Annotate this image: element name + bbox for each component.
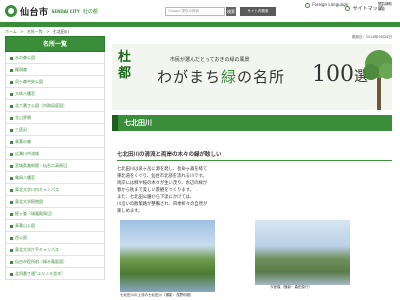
sidebar-item[interactable]: 青葉の森 (6, 136, 104, 148)
sidebar-list: 水の森公園 権現森 貝ヶ森中央公園 大崎八幡宮 北六番丁公園（内務局庭園） 北山… (5, 52, 105, 280)
sidebar-item[interactable]: 北六番丁公園（内務局庭園） (6, 100, 104, 112)
city-emblem-icon (5, 5, 17, 17)
hero-banner: 杜 都 市民が選んだとっておきの緑の風景 わがまち緑の名所 100選 (112, 44, 392, 110)
section-divider (117, 160, 392, 161)
breadcrumb-parent[interactable]: 名所一覧 (27, 29, 43, 34)
sidebar-item[interactable]: 西公園 (6, 232, 104, 244)
breadcrumb-separator: > (46, 29, 50, 34)
sidebar-item[interactable]: 北山界隈 (6, 112, 104, 124)
sidebar-item[interactable]: 亀岡八幡宮 (6, 172, 104, 184)
tree-illustration-icon (363, 50, 392, 110)
search-input[interactable]: Google 提供の検索 (165, 7, 225, 16)
sidebar-title: 名所一覧 (5, 36, 105, 52)
banner-subtitle: 市民が選んだとっておきの緑の風景 (170, 57, 250, 63)
banner-title-green: 緑 (221, 68, 238, 86)
language-label: Foreign Language (312, 2, 349, 7)
reading-assist-link[interactable]: 閲覧補助 機能 (378, 2, 398, 12)
description-line: 川沿いの散策路が整備され、四季折々の自然が (117, 202, 208, 207)
sidebar-item[interactable]: 青葉山公園 (6, 220, 104, 232)
city-logo[interactable]: 仙台市 SENDAI CITY 杜の都 (5, 3, 115, 19)
breadcrumb: ホーム > 名所一覧 > 七北田川 (5, 29, 71, 35)
breadcrumb-separator: > (20, 29, 24, 34)
photo-caption: 今宮堰（撮影：森田俊行） (270, 285, 312, 289)
sidebar-item[interactable]: 広瀬川中流域 (6, 148, 104, 160)
language-link[interactable]: Foreign Language (305, 2, 348, 8)
calligraphy-char: 杜 (118, 50, 132, 65)
logo-tagline: 杜の都 (82, 8, 98, 15)
breadcrumb-home[interactable]: ホーム (5, 29, 17, 34)
banner-number-value: 100 (312, 62, 354, 87)
description: 七北田川は泉ヶ岳に源を発し、長命ヶ森を経て 東北道をくぐり、仙台市北部を流れる川… (117, 166, 392, 215)
banner-number: 100選 (312, 62, 368, 87)
sitemap-link[interactable]: サイトマップ (345, 5, 383, 12)
reading-assist-label2: 機能 (378, 7, 385, 11)
section-heading: 七北田川の清流と両岸の木々の緑が眩しい (117, 152, 222, 158)
logo-subtitle: SENDAI CITY (51, 8, 80, 14)
photo-caption: 七北田川の上流の七北田川（撮影：浅野利雄） (120, 293, 194, 297)
sidebar-item[interactable]: 貝ヶ森中央公園 (6, 76, 104, 88)
description-line: 楽しめます。 (117, 209, 143, 214)
sidebar-item[interactable]: 経ヶ峯（瑞鳳殿周辺） (6, 208, 104, 220)
river-photo[interactable] (120, 220, 215, 292)
logo-text: 仙台市 (20, 7, 49, 18)
site-search-button[interactable]: サイト内検索 (240, 7, 276, 16)
search-button[interactable]: 検索 (226, 7, 236, 16)
header-divider (0, 22, 400, 27)
reading-assist-label: 閲覧補助 (378, 2, 392, 6)
updated-date: 更新日：2018年9月28日 (351, 35, 392, 39)
sidebar: 名所一覧 水の森公園 権現森 貝ヶ森中央公園 大崎八幡宮 北六番丁公園（内務局庭… (5, 36, 105, 300)
sidebar-item[interactable]: 水の森公園 (6, 52, 104, 64)
sitemap-icon (345, 6, 350, 11)
sidebar-item[interactable]: 仙台市役所前（緑水庵庭園） (6, 256, 104, 268)
calligraphy-logo: 杜 都 (118, 50, 146, 90)
sidebar-item[interactable]: 宮城県美術館・仙台二高周辺 (6, 160, 104, 172)
description-line: 七北田川は泉ヶ岳に源を発し、長命ヶ森を経て (117, 167, 208, 172)
weir-photo[interactable] (255, 220, 350, 285)
sidebar-item[interactable]: 北四番丁通“ユリノキ並木” (6, 268, 104, 280)
globe-icon (305, 2, 310, 8)
sidebar-item[interactable]: 三居沢 (6, 124, 104, 136)
page: 仙台市 SENDAI CITY 杜の都 Google 提供の検索 検索 サイト内… (0, 0, 400, 300)
banner-title: わがまち緑の名所 (157, 66, 285, 87)
description-line: 東北道をくぐり、仙台市北部を流れる川です。 (117, 174, 207, 179)
description-line: また、七北田公園から下流にかけては、 (117, 195, 195, 200)
site-header: 仙台市 SENDAI CITY 杜の都 Google 提供の検索 検索 サイト内… (0, 0, 400, 22)
description-line: 両岸には柳や桜の木々が生い茂り、水辺の緑が (117, 181, 208, 186)
banner-title-suffix: の名所 (237, 68, 286, 86)
banner-title-prefix: わがまち (157, 68, 222, 86)
sidebar-item[interactable]: 東北大学川内キャンパス (6, 184, 104, 196)
sidebar-item[interactable]: 大崎八幡宮 (6, 88, 104, 100)
sidebar-item[interactable]: 東北大学片平キャンパス (6, 244, 104, 256)
breadcrumb-current: 七北田川 (52, 29, 69, 34)
sidebar-item[interactable]: 東北大学植物園 (6, 196, 104, 208)
calligraphy-char: 都 (118, 66, 132, 81)
sidebar-item[interactable]: 権現森 (6, 64, 104, 76)
page-title: 七北田川 (112, 115, 392, 131)
description-line: 春から秋まで美しい景観をつくります。 (117, 188, 194, 193)
